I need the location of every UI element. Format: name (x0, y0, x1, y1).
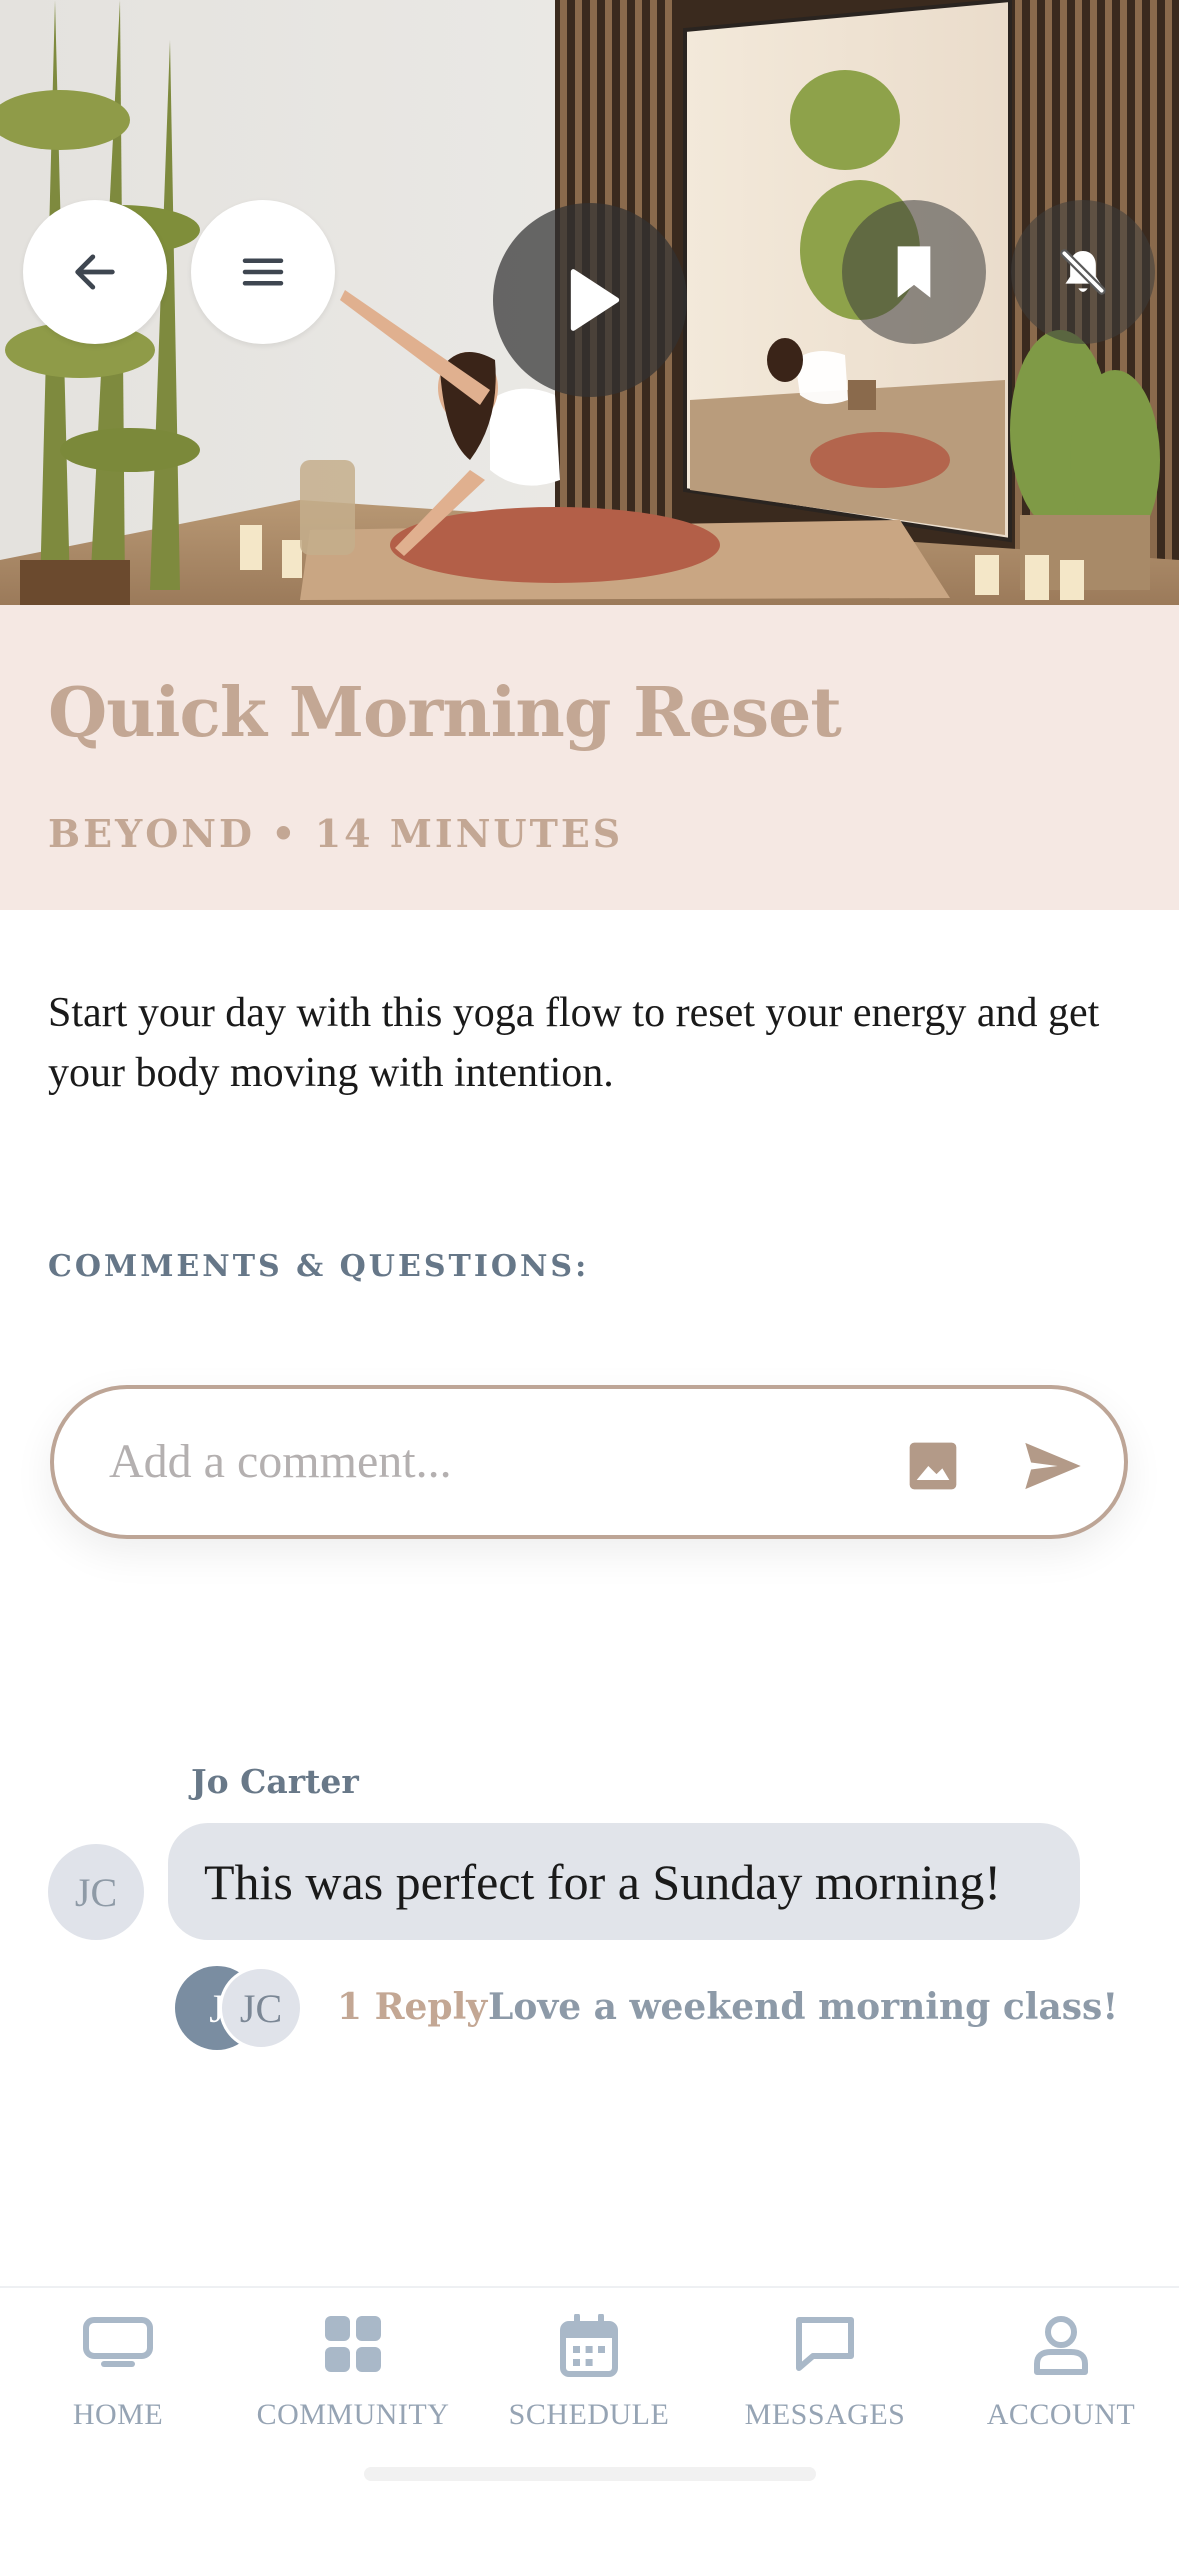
hamburger-menu-icon (242, 258, 284, 286)
comment-composer (50, 1385, 1128, 1539)
bookmark-icon (897, 246, 931, 298)
send-icon (1025, 1442, 1081, 1490)
bookmark-button[interactable] (842, 200, 986, 344)
attach-image-button[interactable] (905, 1438, 961, 1498)
bell-off-icon (1060, 249, 1106, 295)
person-icon (1034, 2316, 1088, 2375)
notifications-button[interactable] (1011, 200, 1155, 344)
play-icon (570, 269, 620, 331)
comments-section-label: COMMENTS & QUESTIONS: (48, 1249, 590, 1284)
nav-item-account[interactable]: ACCOUNT (943, 2288, 1179, 2448)
reply-avatars[interactable]: J JC (175, 1966, 315, 2050)
avatar[interactable]: JC (48, 1844, 144, 1940)
calendar-icon (560, 2314, 618, 2377)
video-description: Start your day with this yoga flow to re… (48, 990, 1100, 1096)
nav-label: COMMUNITY (256, 2398, 450, 2431)
tv-icon (83, 2317, 153, 2367)
video-meta: BEYOND • 14 MINUTES (48, 811, 624, 856)
comment-author[interactable]: Jo Carter (191, 1762, 359, 1801)
chat-icon (796, 2317, 854, 2371)
nav-label: ACCOUNT (986, 2398, 1136, 2431)
nav-item-community[interactable]: COMMUNITY (235, 2288, 471, 2448)
bottom-nav: HOME COMMUNITY SCHEDULE MESSAGES ACCOUNT (0, 2286, 1179, 2556)
nav-label: HOME (72, 2398, 164, 2431)
home-indicator (364, 2467, 816, 2481)
arrow-left-icon (75, 254, 115, 290)
nav-label: MESSAGES (744, 2398, 906, 2431)
nav-item-schedule[interactable]: SCHEDULE (471, 2288, 707, 2448)
reply-count-link[interactable]: 1 Reply (337, 1986, 487, 2028)
video-title: Quick Morning Reset (48, 673, 842, 753)
image-icon (909, 1442, 957, 1490)
comment-input[interactable] (109, 1429, 889, 1493)
send-button[interactable] (1023, 1440, 1083, 1496)
video-hero (0, 0, 1179, 605)
title-band: Quick Morning Reset BEYOND • 14 MINUTES (0, 605, 1179, 910)
menu-button[interactable] (191, 200, 335, 344)
nav-item-home[interactable]: HOME (0, 2288, 236, 2448)
grid-icon (325, 2316, 381, 2372)
comment-bubble[interactable]: This was perfect for a Sunday morning! (168, 1823, 1080, 1940)
play-button[interactable] (493, 203, 687, 397)
reply-preview[interactable]: Love a weekend morning class! S... (488, 1986, 1123, 2028)
reply-avatar: JC (219, 1966, 303, 2050)
back-button[interactable] (23, 200, 167, 344)
nav-label: SCHEDULE (508, 2398, 670, 2431)
nav-item-messages[interactable]: MESSAGES (707, 2288, 943, 2448)
